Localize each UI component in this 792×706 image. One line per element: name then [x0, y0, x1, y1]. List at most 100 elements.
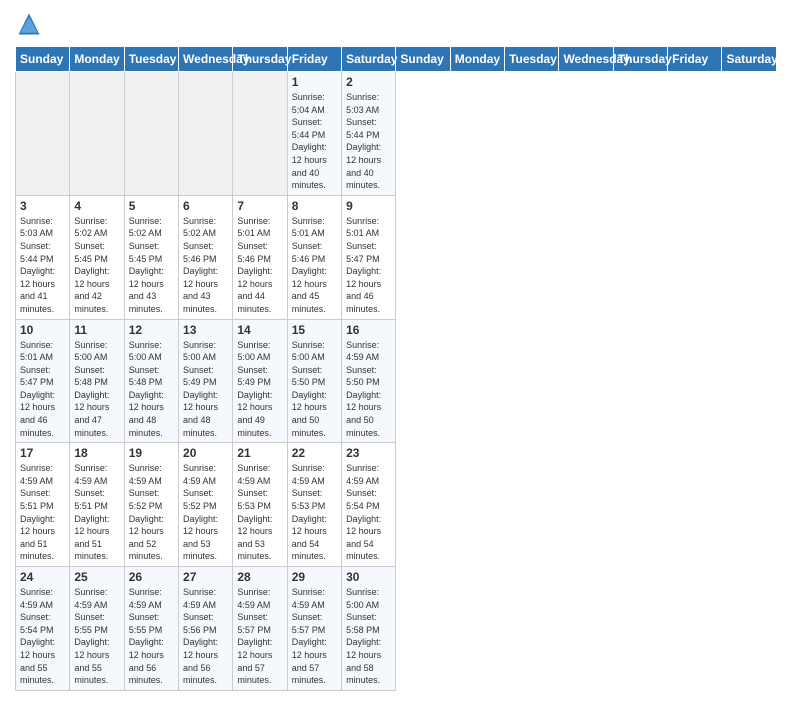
- weekday-header-monday: Monday: [450, 47, 504, 72]
- calendar-cell: 1 Sunrise: 5:04 AMSunset: 5:44 PMDaylight…: [287, 72, 341, 196]
- calendar-cell: 28Sunrise: 4:59 AMSunset: 5:57 PMDayligh…: [233, 567, 287, 691]
- day-number: 29: [292, 570, 337, 584]
- calendar-cell: 11Sunrise: 5:00 AMSunset: 5:48 PMDayligh…: [70, 319, 124, 443]
- weekday-header-thursday: Thursday: [613, 47, 667, 72]
- day-number: 22: [292, 446, 337, 460]
- day-number: 25: [74, 570, 119, 584]
- weekday-header-sunday: Sunday: [16, 47, 70, 72]
- calendar-cell: [179, 72, 233, 196]
- day-number: 5: [129, 199, 174, 213]
- calendar-cell: 17Sunrise: 4:59 AMSunset: 5:51 PMDayligh…: [16, 443, 70, 567]
- calendar-cell: 24 Sunrise: 4:59 AMSunset: 5:54 PMDayligh…: [16, 567, 70, 691]
- cell-info: Sunrise: 4:59 AMSunset: 5:53 PMDaylight:…: [292, 462, 337, 563]
- calendar-header-row: SundayMondayTuesdayWednesdayThursdayFrid…: [16, 47, 777, 72]
- cell-info: Sunrise: 4:59 AMSunset: 5:54 PMDaylight:…: [20, 586, 65, 687]
- calendar-cell: 4Sunrise: 5:02 AMSunset: 5:45 PMDaylight…: [70, 195, 124, 319]
- page-header: [15, 10, 777, 38]
- calendar-cell: 7 Sunrise: 5:01 AMSunset: 5:46 PMDaylight…: [233, 195, 287, 319]
- cell-info: Sunrise: 4:59 AMSunset: 5:56 PMDaylight:…: [183, 586, 228, 687]
- day-number: 10: [20, 323, 65, 337]
- calendar-cell: 15 Sunrise: 5:00 AMSunset: 5:50 PMDayligh…: [287, 319, 341, 443]
- cell-info: Sunrise: 4:59 AMSunset: 5:54 PMDaylight:…: [346, 462, 391, 563]
- cell-info: Sunrise: 4:59 AMSunset: 5:55 PMDaylight:…: [129, 586, 174, 687]
- calendar-cell: 2 Sunrise: 5:03 AMSunset: 5:44 PMDaylight…: [342, 72, 396, 196]
- day-number: 14: [237, 323, 282, 337]
- calendar-cell: 16 Sunrise: 4:59 AMSunset: 5:50 PMDayligh…: [342, 319, 396, 443]
- calendar-cell: 3Sunrise: 5:03 AMSunset: 5:44 PMDaylight…: [16, 195, 70, 319]
- cell-info: Sunrise: 5:01 AMSunset: 5:47 PMDaylight:…: [346, 215, 391, 316]
- day-number: 9: [346, 199, 391, 213]
- weekday-header-friday: Friday: [668, 47, 722, 72]
- calendar-cell: 29 Sunrise: 4:59 AMSunset: 5:57 PMDayligh…: [287, 567, 341, 691]
- calendar-cell: 19 Sunrise: 4:59 AMSunset: 5:52 PMDayligh…: [124, 443, 178, 567]
- cell-info: Sunrise: 4:59 AMSunset: 5:55 PMDaylight:…: [74, 586, 119, 687]
- calendar-week-3: 10 Sunrise: 5:01 AMSunset: 5:47 PMDayligh…: [16, 319, 777, 443]
- calendar-week-4: 17Sunrise: 4:59 AMSunset: 5:51 PMDayligh…: [16, 443, 777, 567]
- weekday-header-tuesday: Tuesday: [124, 47, 178, 72]
- cell-info: Sunrise: 5:00 AMSunset: 5:58 PMDaylight:…: [346, 586, 391, 687]
- cell-info: Sunrise: 5:01 AMSunset: 5:46 PMDaylight:…: [292, 215, 337, 316]
- cell-info: Sunrise: 5:00 AMSunset: 5:49 PMDaylight:…: [183, 339, 228, 440]
- weekday-header-thursday: Thursday: [233, 47, 287, 72]
- logo: [15, 10, 47, 38]
- calendar-cell: 25 Sunrise: 4:59 AMSunset: 5:55 PMDayligh…: [70, 567, 124, 691]
- calendar-week-5: 24 Sunrise: 4:59 AMSunset: 5:54 PMDayligh…: [16, 567, 777, 691]
- calendar-cell: 6Sunrise: 5:02 AMSunset: 5:46 PMDaylight…: [179, 195, 233, 319]
- day-number: 2: [346, 75, 391, 89]
- calendar-cell: 5Sunrise: 5:02 AMSunset: 5:45 PMDaylight…: [124, 195, 178, 319]
- day-number: 7: [237, 199, 282, 213]
- weekday-header-saturday: Saturday: [342, 47, 396, 72]
- weekday-header-saturday: Saturday: [722, 47, 777, 72]
- cell-info: Sunrise: 5:03 AMSunset: 5:44 PMDaylight:…: [346, 91, 391, 192]
- cell-info: Sunrise: 4:59 AMSunset: 5:53 PMDaylight:…: [237, 462, 282, 563]
- calendar-cell: 26 Sunrise: 4:59 AMSunset: 5:55 PMDayligh…: [124, 567, 178, 691]
- calendar-cell: 21 Sunrise: 4:59 AMSunset: 5:53 PMDayligh…: [233, 443, 287, 567]
- calendar-week-1: 1 Sunrise: 5:04 AMSunset: 5:44 PMDaylight…: [16, 72, 777, 196]
- calendar-week-2: 3Sunrise: 5:03 AMSunset: 5:44 PMDaylight…: [16, 195, 777, 319]
- calendar-cell: 27 Sunrise: 4:59 AMSunset: 5:56 PMDayligh…: [179, 567, 233, 691]
- calendar-cell: 20 Sunrise: 4:59 AMSunset: 5:52 PMDayligh…: [179, 443, 233, 567]
- day-number: 15: [292, 323, 337, 337]
- cell-info: Sunrise: 4:59 AMSunset: 5:57 PMDaylight:…: [292, 586, 337, 687]
- calendar-cell: 9 Sunrise: 5:01 AMSunset: 5:47 PMDaylight…: [342, 195, 396, 319]
- day-number: 26: [129, 570, 174, 584]
- day-number: 21: [237, 446, 282, 460]
- calendar-cell: 22 Sunrise: 4:59 AMSunset: 5:53 PMDayligh…: [287, 443, 341, 567]
- calendar-cell: [124, 72, 178, 196]
- calendar-cell: 10 Sunrise: 5:01 AMSunset: 5:47 PMDayligh…: [16, 319, 70, 443]
- cell-info: Sunrise: 4:59 AMSunset: 5:52 PMDaylight:…: [183, 462, 228, 563]
- day-number: 23: [346, 446, 391, 460]
- cell-info: Sunrise: 5:00 AMSunset: 5:48 PMDaylight:…: [129, 339, 174, 440]
- day-number: 11: [74, 323, 119, 337]
- weekday-header-monday: Monday: [70, 47, 124, 72]
- cell-info: Sunrise: 4:59 AMSunset: 5:50 PMDaylight:…: [346, 339, 391, 440]
- day-number: 1: [292, 75, 337, 89]
- calendar-cell: 23 Sunrise: 4:59 AMSunset: 5:54 PMDayligh…: [342, 443, 396, 567]
- weekday-header-wednesday: Wednesday: [559, 47, 613, 72]
- calendar-cell: 12Sunrise: 5:00 AMSunset: 5:48 PMDayligh…: [124, 319, 178, 443]
- weekday-header-wednesday: Wednesday: [179, 47, 233, 72]
- cell-info: Sunrise: 5:00 AMSunset: 5:50 PMDaylight:…: [292, 339, 337, 440]
- cell-info: Sunrise: 5:01 AMSunset: 5:47 PMDaylight:…: [20, 339, 65, 440]
- cell-info: Sunrise: 5:02 AMSunset: 5:45 PMDaylight:…: [74, 215, 119, 316]
- day-number: 20: [183, 446, 228, 460]
- day-number: 13: [183, 323, 228, 337]
- calendar-cell: 8 Sunrise: 5:01 AMSunset: 5:46 PMDaylight…: [287, 195, 341, 319]
- cell-info: Sunrise: 5:04 AMSunset: 5:44 PMDaylight:…: [292, 91, 337, 192]
- day-number: 28: [237, 570, 282, 584]
- day-number: 19: [129, 446, 174, 460]
- day-number: 16: [346, 323, 391, 337]
- day-number: 8: [292, 199, 337, 213]
- weekday-header-friday: Friday: [287, 47, 341, 72]
- cell-info: Sunrise: 5:01 AMSunset: 5:46 PMDaylight:…: [237, 215, 282, 316]
- day-number: 3: [20, 199, 65, 213]
- day-number: 6: [183, 199, 228, 213]
- calendar-cell: 30Sunrise: 5:00 AMSunset: 5:58 PMDayligh…: [342, 567, 396, 691]
- cell-info: Sunrise: 4:59 AMSunset: 5:51 PMDaylight:…: [20, 462, 65, 563]
- day-number: 24: [20, 570, 65, 584]
- cell-info: Sunrise: 4:59 AMSunset: 5:52 PMDaylight:…: [129, 462, 174, 563]
- cell-info: Sunrise: 4:59 AMSunset: 5:51 PMDaylight:…: [74, 462, 119, 563]
- weekday-header-tuesday: Tuesday: [505, 47, 559, 72]
- calendar-cell: [16, 72, 70, 196]
- day-number: 27: [183, 570, 228, 584]
